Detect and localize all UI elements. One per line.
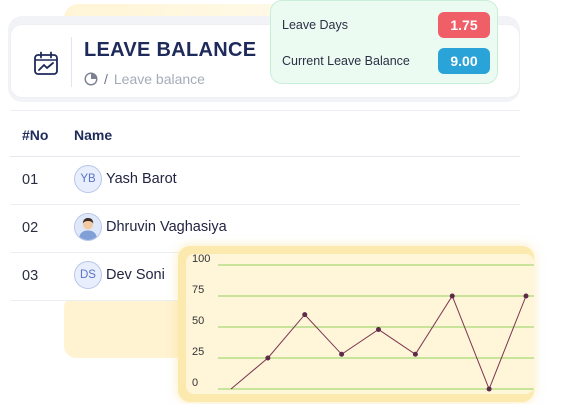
header-divider [71, 37, 72, 87]
data-point [449, 293, 455, 299]
data-point [376, 326, 381, 332]
person-photo-avatar [75, 214, 101, 240]
data-point [412, 351, 418, 357]
chart-card: 100 75 50 25 0 [178, 246, 534, 402]
table-header: #No Name [10, 111, 520, 157]
employee-name-cell: DS Dev Soni [74, 261, 165, 289]
leave-days-badge: 1.75 [438, 12, 490, 38]
page-title: LEAVE BALANCE [84, 39, 257, 61]
data-point [523, 293, 529, 299]
current-balance-label: Current Leave Balance [282, 54, 410, 68]
pie-chart-icon[interactable] [84, 72, 98, 86]
calendar-chart-icon [34, 51, 58, 75]
row-number: 02 [22, 220, 39, 236]
data-point [265, 355, 271, 361]
table-row[interactable]: 01 YB Yash Barot [10, 157, 520, 205]
leave-days-row: Leave Days 1.75 [282, 12, 490, 38]
row-number: 03 [22, 268, 39, 284]
avatar [74, 213, 102, 241]
leave-days-label: Leave Days [282, 18, 349, 32]
column-header-no[interactable]: #No [22, 127, 48, 143]
avatar: DS [74, 261, 102, 289]
series-line [230, 294, 527, 391]
avatar: YB [74, 165, 102, 193]
line-chart: 100 75 50 25 0 [192, 254, 534, 392]
employee-name[interactable]: Dhruvin Vaghasiya [106, 219, 227, 235]
employee-name-cell: YB Yash Barot [74, 165, 177, 193]
employee-name[interactable]: Yash Barot [106, 171, 177, 187]
chart-area: 100 75 50 25 0 [186, 254, 534, 394]
y-tick-label: 0 [192, 377, 198, 389]
y-tick-label: 50 [192, 315, 204, 327]
breadcrumb-current: Leave balance [113, 71, 205, 87]
leave-balance-summary: Leave Days 1.75 Current Leave Balance 9.… [270, 0, 498, 84]
breadcrumb: / Leave balance [84, 71, 205, 87]
breadcrumb-separator: / [104, 71, 108, 87]
row-number: 01 [22, 172, 39, 188]
current-balance-row: Current Leave Balance 9.00 [282, 48, 490, 74]
y-tick-label: 25 [192, 346, 204, 358]
column-header-name[interactable]: Name [74, 127, 112, 143]
employee-name-cell: Dhruvin Vaghasiya [74, 213, 227, 241]
data-point [302, 312, 308, 318]
employee-name[interactable]: Dev Soni [106, 267, 165, 283]
y-tick-label: 100 [192, 254, 210, 265]
data-point [339, 351, 345, 357]
current-balance-badge: 9.00 [438, 48, 490, 74]
y-tick-label: 75 [192, 284, 204, 296]
data-point [486, 386, 492, 392]
